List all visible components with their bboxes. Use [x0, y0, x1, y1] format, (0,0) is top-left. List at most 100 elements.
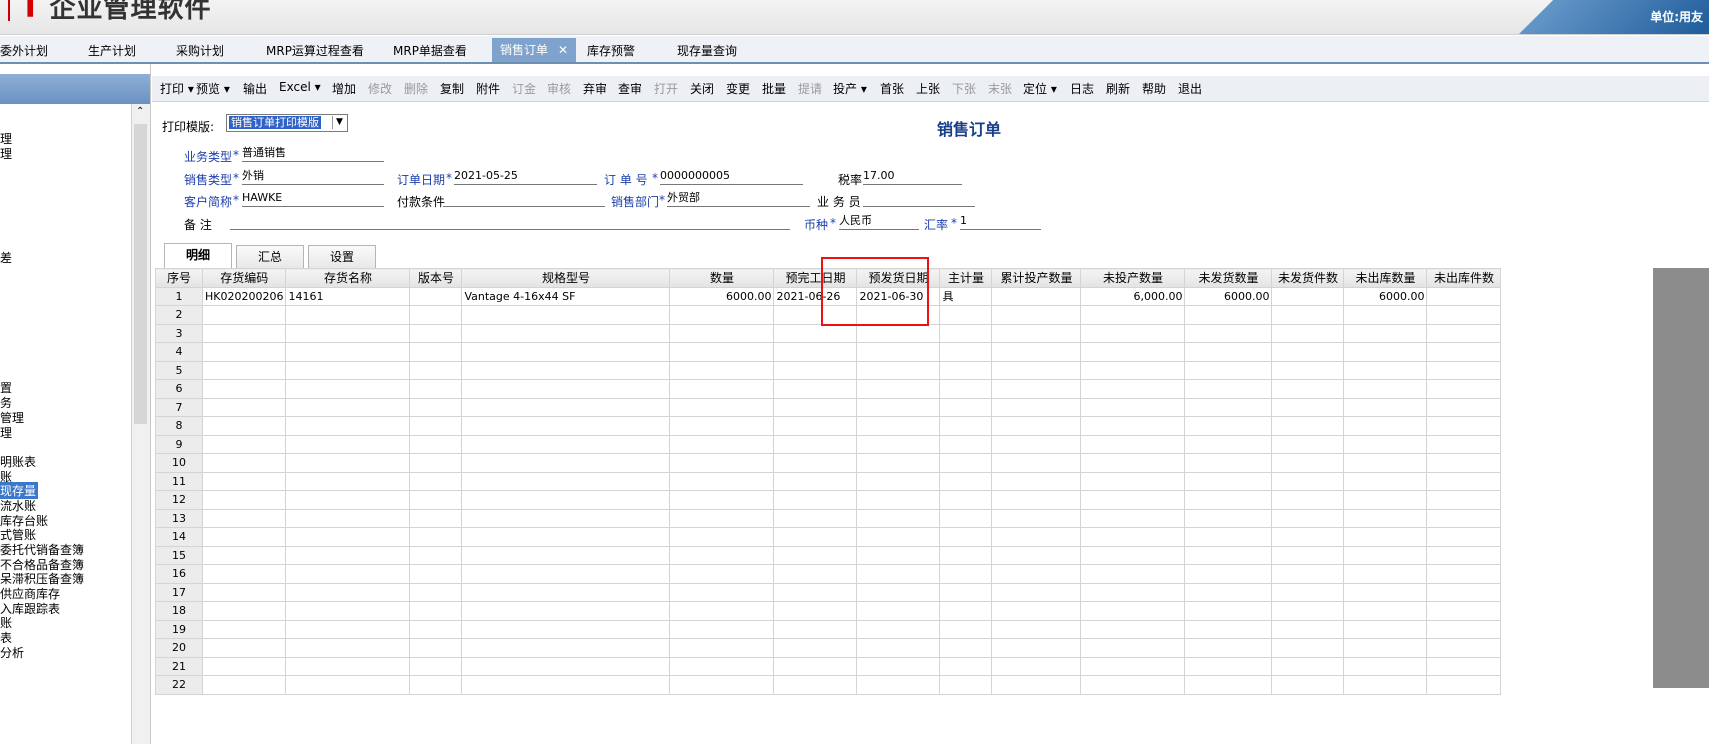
sidebar-scrollbar[interactable]: ⌃ [131, 104, 150, 744]
table-row[interactable]: 9 [155, 434, 1502, 454]
grid-cell[interactable] [201, 545, 287, 565]
grid-cell[interactable] [1184, 490, 1273, 510]
tab-detail[interactable]: 明细 [164, 243, 232, 268]
grid-cell[interactable] [461, 582, 671, 602]
grid-cell[interactable] [773, 453, 858, 473]
grid-cell[interactable] [991, 453, 1082, 473]
grid-cell[interactable] [201, 527, 287, 547]
grid-cell[interactable] [1343, 675, 1428, 695]
unaudit-button[interactable]: 弃审 [583, 80, 607, 97]
grid-cell[interactable] [1080, 545, 1186, 565]
column-header[interactable]: 数量 [669, 268, 775, 288]
grid-cell[interactable] [285, 508, 411, 528]
grid-cell[interactable] [773, 379, 858, 399]
grid-cell[interactable] [1184, 545, 1273, 565]
grid-cell[interactable] [1184, 582, 1273, 602]
column-header[interactable]: 主计量 [939, 268, 993, 288]
grid-cell[interactable] [1343, 656, 1428, 676]
grid-cell[interactable] [409, 416, 463, 436]
grid-cell[interactable] [1271, 508, 1345, 528]
grid-cell[interactable] [1343, 323, 1428, 343]
grid-cell[interactable] [285, 656, 411, 676]
grid-cell[interactable] [773, 508, 858, 528]
grid-cell[interactable] [939, 471, 993, 491]
grid-cell[interactable] [1080, 582, 1186, 602]
grid-cell[interactable] [669, 453, 775, 473]
grid-cell[interactable] [409, 305, 463, 325]
grid-cell[interactable] [991, 379, 1082, 399]
grid-cell[interactable] [1184, 601, 1273, 621]
grid-cell[interactable] [1184, 508, 1273, 528]
table-row[interactable]: 8 [155, 416, 1502, 436]
exchange-rate-field[interactable]: 1 [960, 214, 1041, 230]
column-header[interactable]: 未出库件数 [1426, 268, 1502, 288]
table-row[interactable]: 22 [155, 675, 1502, 695]
column-header[interactable]: 未出库数量 [1343, 268, 1428, 288]
check-audit-button[interactable]: 查审 [618, 80, 642, 97]
grid-cell[interactable] [1426, 471, 1502, 491]
grid-cell[interactable] [1271, 323, 1345, 343]
table-row[interactable]: 3 [155, 323, 1502, 343]
grid-cell[interactable] [1080, 527, 1186, 547]
grid-cell[interactable] [461, 453, 671, 473]
sales-dept-field[interactable]: 外贸部 [667, 191, 810, 207]
grid-cell[interactable] [669, 527, 775, 547]
grid-cell[interactable] [1080, 342, 1186, 362]
grid-cell[interactable] [1271, 305, 1345, 325]
grid-cell[interactable] [1271, 656, 1345, 676]
grid-cell[interactable]: 6000.00 [1343, 286, 1428, 306]
column-header[interactable]: 版本号 [409, 268, 463, 288]
grid-cell[interactable] [1080, 675, 1186, 695]
customer-field[interactable]: HAWKE [242, 191, 384, 207]
grid-cell[interactable] [1271, 360, 1345, 380]
sidebar-item[interactable]: 差 [0, 249, 12, 266]
grid-cell[interactable] [669, 397, 775, 417]
grid-cell[interactable] [1343, 342, 1428, 362]
table-row[interactable]: 13 [155, 508, 1502, 528]
grid-cell[interactable] [1426, 638, 1502, 658]
locate-button[interactable]: 定位 ▾ [1023, 80, 1057, 97]
grid-cell[interactable] [1271, 638, 1345, 658]
grid-cell[interactable] [773, 434, 858, 454]
tab-inventory-alert[interactable]: 库存预警 [587, 41, 635, 61]
grid-cell[interactable] [461, 416, 671, 436]
grid-cell[interactable] [285, 416, 411, 436]
grid-cell[interactable] [1080, 601, 1186, 621]
tab-purchase-plan[interactable]: 采购计划 [176, 41, 224, 61]
change-button[interactable]: 变更 [726, 80, 750, 97]
grid-cell[interactable] [669, 582, 775, 602]
grid-cell[interactable] [409, 342, 463, 362]
grid-cell[interactable]: 14161 [285, 286, 411, 306]
grid-cell[interactable] [669, 360, 775, 380]
grid-cell[interactable] [461, 564, 671, 584]
grid-cell[interactable] [1426, 305, 1502, 325]
grid-cell[interactable]: 6000.00 [1184, 286, 1273, 306]
grid-cell[interactable] [285, 527, 411, 547]
chevron-up-icon[interactable]: ⌃ [136, 106, 144, 117]
grid-cell[interactable] [856, 323, 941, 343]
grid-cell[interactable] [856, 601, 941, 621]
sidebar-item[interactable]: 理 [0, 145, 12, 162]
grid-cell[interactable] [1080, 638, 1186, 658]
grid-cell[interactable] [773, 545, 858, 565]
grid-cell[interactable] [1343, 582, 1428, 602]
grid-cell[interactable] [856, 360, 941, 380]
grid-cell[interactable] [939, 508, 993, 528]
grid-cell[interactable] [461, 490, 671, 510]
grid-cell[interactable] [1343, 360, 1428, 380]
grid-cell[interactable] [1426, 656, 1502, 676]
grid-cell[interactable] [461, 323, 671, 343]
grid-cell[interactable] [201, 416, 287, 436]
grid-cell[interactable] [991, 619, 1082, 639]
grid-cell[interactable] [1184, 453, 1273, 473]
grid-cell[interactable]: HK020200206 [201, 286, 287, 306]
grid-cell[interactable] [1343, 527, 1428, 547]
grid-cell[interactable] [1184, 434, 1273, 454]
column-header[interactable]: 存货编码 [201, 268, 287, 288]
grid-cell[interactable] [201, 656, 287, 676]
refresh-button[interactable]: 刷新 [1106, 80, 1130, 97]
grid-cell[interactable] [939, 582, 993, 602]
grid-cell[interactable] [1184, 471, 1273, 491]
grid-cell[interactable] [1184, 360, 1273, 380]
grid-cell[interactable] [1184, 656, 1273, 676]
